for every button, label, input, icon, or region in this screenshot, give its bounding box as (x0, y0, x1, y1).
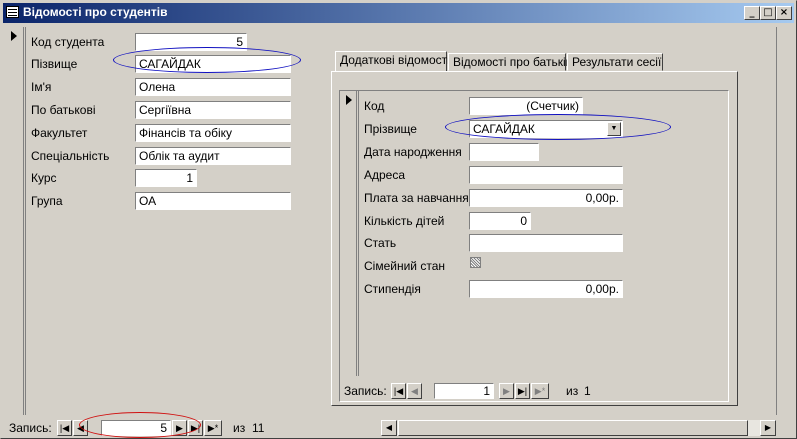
label-address: Адреса (364, 168, 406, 182)
new-record-icon[interactable]: ▶* (204, 420, 222, 436)
subform-nav-of-label: из (566, 384, 579, 398)
marital-status-checkbox[interactable] (470, 257, 481, 268)
label-tuition-fee: Плата за навчання (364, 191, 469, 205)
maximize-button[interactable]: □ (760, 6, 776, 20)
main-nav-total: 11 (252, 421, 265, 435)
window-title: Відомості про студентів (23, 5, 168, 19)
surname-field[interactable]: САГАЙДАК (135, 55, 291, 73)
prev-record-icon[interactable]: ◀ (73, 420, 88, 436)
patronymic-field[interactable]: Сергіївна (135, 101, 291, 119)
subform-record-selector[interactable] (340, 91, 357, 376)
subform-nav-total: 1 (584, 384, 591, 398)
main-nav-label: Запись: (9, 421, 52, 435)
form-icon (6, 6, 19, 18)
stipend-field[interactable]: 0,00р. (469, 280, 623, 298)
first-name-field[interactable]: Олена (135, 78, 291, 96)
label-stipend: Стипендія (364, 282, 421, 296)
title-bar[interactable]: Відомості про студентів _ □ × (3, 3, 794, 23)
children-count-field[interactable]: 0 (469, 212, 531, 230)
label-specialty: Спеціальність (31, 149, 110, 163)
first-record-icon[interactable]: |◀ (57, 420, 72, 436)
label-code: Код (364, 99, 385, 113)
current-record-icon (11, 31, 17, 41)
horizontal-scrollbar[interactable]: ◀ ▶ (381, 420, 776, 436)
subform-nav-label: Запись: (344, 384, 387, 398)
label-first-name: Ім'я (31, 80, 52, 94)
label-patronymic: По батькові (31, 103, 96, 117)
scroll-right-icon[interactable]: ▶ (760, 420, 776, 436)
main-record-navigator: Запись: |◀ ◀ 5 ▶ ▶| ▶* из 11 (9, 420, 379, 436)
label-children-count: Кількість дітей (364, 214, 445, 228)
specialty-field[interactable]: Облік та аудит (135, 147, 291, 165)
main-nav-of-label: из (233, 421, 246, 435)
chevron-down-icon[interactable]: ▼ (607, 122, 621, 136)
next-record-icon[interactable]: ▶ (499, 383, 514, 399)
label-student-code: Код студента (31, 35, 105, 49)
code-field[interactable]: (Счетчик) (469, 97, 583, 115)
birth-date-field[interactable] (469, 143, 539, 161)
label-gender: Стать (364, 236, 397, 250)
label-birth-date: Дата народження (364, 145, 462, 159)
label-marital-status: Сімейний стан (364, 259, 445, 273)
subform-record-number-input[interactable]: 1 (434, 383, 494, 399)
next-record-icon[interactable]: ▶ (172, 420, 187, 436)
minimize-button[interactable]: _ (744, 6, 760, 20)
tab-additional-info[interactable]: Додаткові відомості (335, 51, 450, 72)
form-window: Відомості про студентів _ □ × Код студен… (0, 0, 797, 439)
tuition-fee-field[interactable]: 0,00р. (469, 189, 623, 207)
label-surname: Пізвище (31, 57, 78, 71)
address-field[interactable] (469, 166, 623, 184)
new-record-icon[interactable]: ▶* (531, 383, 549, 399)
subform-current-record-icon (346, 95, 352, 105)
scroll-thumb[interactable] (398, 420, 748, 436)
gender-field[interactable] (469, 234, 623, 252)
group-field[interactable]: ОА (135, 192, 291, 210)
label-group: Група (31, 194, 63, 208)
scroll-left-icon[interactable]: ◀ (381, 420, 397, 436)
label-course: Курс (31, 171, 57, 185)
main-record-number-input[interactable]: 5 (101, 420, 171, 436)
first-record-icon[interactable]: |◀ (391, 383, 406, 399)
tab-parents-info[interactable]: Відомості про батьків (448, 53, 572, 71)
prev-record-icon[interactable]: ◀ (407, 383, 422, 399)
sub-surname-value: САГАЙДАК (473, 122, 535, 136)
record-selector[interactable] (5, 27, 24, 415)
student-code-field[interactable]: 5 (135, 33, 247, 51)
last-record-icon[interactable]: ▶| (515, 383, 530, 399)
close-button[interactable]: × (776, 6, 792, 20)
subform-selector-divider (358, 91, 359, 376)
right-edge-line (776, 27, 777, 415)
last-record-icon[interactable]: ▶| (188, 420, 203, 436)
faculty-field[interactable]: Фінансів та обіку (135, 124, 291, 142)
subform-record-navigator: Запись: |◀ ◀ 1 ▶ ▶| ▶* из 1 (344, 383, 724, 399)
sub-surname-combo[interactable]: САГАЙДАК ▼ (469, 120, 623, 138)
label-sub-surname: Прізвище (364, 122, 417, 136)
tab-session-results[interactable]: Результати сесії (567, 53, 663, 71)
course-field[interactable]: 1 (135, 169, 197, 187)
selector-divider (25, 27, 26, 415)
label-faculty: Факультет (31, 126, 88, 140)
